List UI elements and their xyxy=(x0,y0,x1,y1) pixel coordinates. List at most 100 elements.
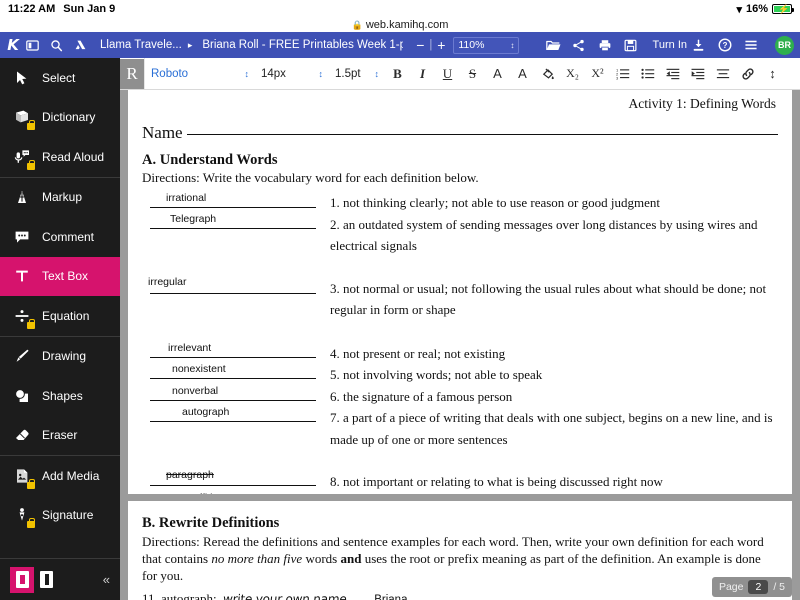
open-folder-icon[interactable] xyxy=(545,39,570,52)
section-a-directions: Directions: Write the vocabulary word fo… xyxy=(142,170,479,185)
status-date: Sun Jan 9 xyxy=(63,3,116,15)
ios-status-bar: 11:22 AM Sun Jan 9 ▾ 16% ⚡ xyxy=(0,0,800,18)
zoom-in-button[interactable]: + xyxy=(432,37,450,53)
sidebar-item-label: Text Box xyxy=(42,269,89,284)
browser-url-bar[interactable]: 🔒 web.kamihq.com xyxy=(0,18,800,32)
item-11-handwriting[interactable]: write your own name xyxy=(222,592,347,600)
hamburger-menu-icon[interactable] xyxy=(744,39,768,51)
zoom-out-button[interactable]: − xyxy=(411,37,429,53)
align-icon[interactable] xyxy=(710,61,735,87)
item-11-number: 11. autograph: xyxy=(142,591,217,600)
save-icon[interactable] xyxy=(624,39,648,52)
speech-bubble-icon xyxy=(12,227,32,247)
definition-number: 2. xyxy=(330,216,340,232)
answer-blank[interactable]: nonexistent xyxy=(142,363,322,386)
sidebar-item-select[interactable]: Select xyxy=(0,58,120,98)
superscript-button[interactable]: X² xyxy=(585,61,610,87)
definition-number: 4. xyxy=(330,345,340,361)
text-t-icon xyxy=(12,266,32,286)
answer-blank[interactable]: nonverbal xyxy=(142,385,322,408)
sidebar-item-add-media[interactable]: Add Media xyxy=(0,456,120,496)
sidebar-item-label: Signature xyxy=(42,508,94,523)
bullet-list-icon[interactable] xyxy=(635,61,660,87)
text-color-button[interactable]: A xyxy=(485,61,510,87)
help-icon[interactable]: ? xyxy=(718,38,742,52)
definition-body: the signature of a famous person xyxy=(343,388,513,404)
cursor-arrow-icon xyxy=(12,68,32,88)
sidebar-item-shapes[interactable]: Shapes xyxy=(0,376,120,416)
font-size-select[interactable]: 14px ↕ xyxy=(255,64,329,84)
zoom-level-select[interactable]: 110% ↕ xyxy=(453,36,520,54)
highlight-color-button[interactable]: A xyxy=(510,61,535,87)
name-blank-line[interactable] xyxy=(186,134,778,135)
numbered-list-icon[interactable]: 123 xyxy=(610,61,635,87)
section-b-item-11: 11. autograph: write your own name Brian… xyxy=(142,591,778,600)
share-icon[interactable] xyxy=(572,39,596,52)
underline-button[interactable]: U xyxy=(435,61,460,87)
avatar[interactable]: BR xyxy=(775,35,794,55)
sidebar-item-drawing[interactable]: Drawing xyxy=(0,337,120,377)
more-options-icon[interactable]: ↕ xyxy=(760,61,785,87)
sidebar-item-read-aloud[interactable]: Read Aloud xyxy=(0,137,120,177)
subscript-button[interactable]: X₂ xyxy=(560,61,585,87)
outdent-icon[interactable] xyxy=(660,61,685,87)
definition-body: not thinking clearly; not able to use re… xyxy=(343,195,660,210)
single-page-view-icon[interactable] xyxy=(10,566,34,593)
lock-badge-icon xyxy=(27,518,35,529)
download-icon[interactable] xyxy=(692,39,716,52)
indent-icon[interactable] xyxy=(685,61,710,87)
chevron-updown-icon: ↕ xyxy=(318,68,324,79)
definition-body: not involving words; not able to speak xyxy=(343,367,543,382)
search-icon[interactable] xyxy=(50,39,74,52)
sidebar-item-dictionary[interactable]: Dictionary xyxy=(0,98,120,138)
split-panel-icon[interactable] xyxy=(26,39,50,52)
sidebar-item-comment[interactable]: Comment xyxy=(0,217,120,257)
google-drive-icon[interactable] xyxy=(74,39,98,52)
worksheet-row: nonverbal 6. the signature of a famous p… xyxy=(142,385,778,408)
answer-text[interactable]: paragraph xyxy=(166,465,214,487)
sidebar-item-equation[interactable]: Equation xyxy=(0,296,120,336)
sidebar-item-text-box[interactable]: Text Box xyxy=(0,256,120,296)
answer-blank[interactable]: irregular xyxy=(142,276,322,321)
font-family-select[interactable]: Roboto ↕ xyxy=(145,64,255,84)
highlight-letter: A xyxy=(518,66,527,81)
worksheet-row: irrational 1. not thinking clearly; not … xyxy=(142,192,778,214)
directions-italic: no more than five xyxy=(211,551,303,566)
lock-icon: 🔒 xyxy=(351,19,363,30)
bold-button[interactable]: B xyxy=(385,61,410,87)
answer-blank[interactable]: paragraph xyxy=(142,469,322,493)
strikethrough-button[interactable]: S xyxy=(460,61,485,87)
italic-button[interactable]: I xyxy=(410,61,435,87)
definition-body: an outdated system of sending messages o… xyxy=(330,216,758,254)
document-viewport[interactable]: Activity 1: Defining Words Name A. Under… xyxy=(120,90,800,600)
sidebar-item-markup[interactable]: Markup xyxy=(0,178,120,218)
breadcrumb-folder[interactable]: Llama Travele... xyxy=(98,39,182,51)
turn-in-button[interactable]: Turn In xyxy=(650,39,690,51)
item-11-typed-answer[interactable]: Briana xyxy=(374,594,407,600)
page-indicator[interactable]: Page 2 / 5 xyxy=(711,577,792,597)
print-icon[interactable] xyxy=(598,39,622,52)
sidebar-item-signature[interactable]: Signature xyxy=(0,496,120,536)
definition-number: 7. xyxy=(330,410,340,425)
section-b-heading: B. Rewrite Definitions xyxy=(142,515,280,531)
document-title[interactable]: Briana Roll - FREE Printables Week 1-p xyxy=(198,39,403,51)
microphone-icon xyxy=(12,147,35,170)
name-label: Name xyxy=(142,123,183,142)
sidebar-item-label: Select xyxy=(42,70,76,85)
answer-blank[interactable]: irrational xyxy=(142,192,322,214)
section-a-heading: A. Understand Words xyxy=(142,152,278,168)
two-page-view-icon[interactable] xyxy=(34,567,58,593)
sidebar-item-eraser[interactable]: Eraser xyxy=(0,416,120,456)
page-number-input[interactable]: 2 xyxy=(748,580,769,594)
answer-blank[interactable]: irrelevant xyxy=(142,342,322,365)
line-spacing-select[interactable]: 1.5pt ↕ xyxy=(329,64,385,84)
kami-logo[interactable]: K xyxy=(0,36,26,54)
paint-bucket-icon[interactable] xyxy=(535,61,560,87)
answer-blank[interactable]: Telegraph xyxy=(142,213,322,257)
link-icon[interactable] xyxy=(735,61,760,87)
collapse-chevrons-icon[interactable]: « xyxy=(103,572,120,587)
answer-text[interactable]: irregular xyxy=(148,272,187,294)
page-gap xyxy=(120,494,800,501)
answer-blank[interactable]: autograph xyxy=(142,406,322,450)
zoom-divider: | xyxy=(429,39,433,51)
